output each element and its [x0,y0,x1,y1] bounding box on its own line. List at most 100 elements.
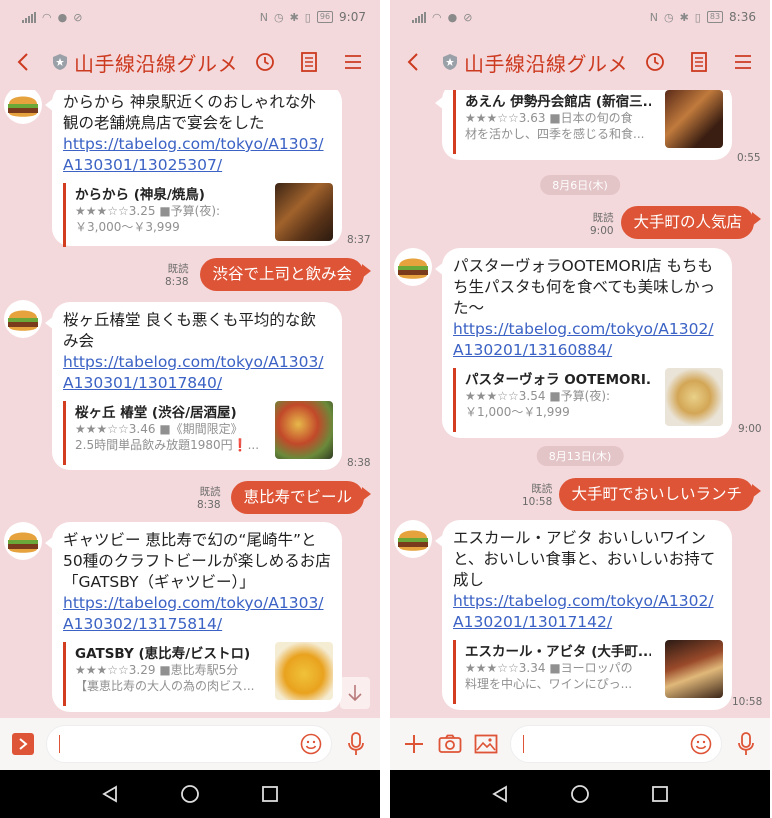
status-time: 9:07 [339,10,366,24]
notes-button[interactable] [298,51,320,73]
clock-icon [256,53,274,71]
history-button[interactable] [644,51,666,73]
nav-home-button[interactable] [178,782,202,806]
message-text: パスターヴォラOOTEMORI店 もちもち生パスタも何を食べても美味しかった〜 [453,257,716,317]
android-nav-bar [390,770,770,818]
card-thumbnail [665,640,723,698]
expand-button[interactable] [12,733,34,755]
card-line: ★★★☆☆3.25 ■予算(夜): [75,204,221,218]
card-title: からから (神泉/焼鳥) [75,187,205,203]
message-text: ギャツビー 恵比寿で幻の“尾崎牛”と50種のクラフトビールが楽しめるお店「GAT… [63,531,331,591]
nav-recents-button[interactable] [648,782,672,806]
signal-icon [412,11,426,23]
notes-icon [301,52,317,72]
card-thumbnail [275,401,333,459]
message-link[interactable]: https://tabelog.com/tokyo/A1302/A130201/… [453,591,721,633]
square-recents-icon [262,786,278,802]
message-input[interactable] [46,725,332,763]
chat-notification-icon: ● [57,10,68,24]
message-link[interactable]: https://tabelog.com/tokyo/A1302/A130201/… [453,319,721,361]
outgoing-message[interactable]: 渋谷で上司と飲み会 [200,258,371,291]
mic-icon [738,732,754,755]
outgoing-message[interactable]: 大手町の人気店 [621,206,761,239]
card-thumbnail [665,368,723,426]
card-line: ★★★☆☆3.46 ■《期間限定》 [75,422,243,436]
input-bar [0,718,380,770]
link-preview-card[interactable]: からから (神泉/焼鳥) ★★★☆☆3.25 ■予算(夜): ￥3,000～￥3… [63,183,333,247]
outgoing-message[interactable]: 恵比寿でビール [231,481,371,514]
message-link[interactable]: https://tabelog.com/tokyo/A1303/A130302/… [63,593,331,635]
link-preview-card[interactable]: GATSBY (恵比寿/ビストロ) ★★★☆☆3.29 ■恵比寿駅5分 【裏恵比… [63,642,333,706]
chat-notification-icon: ● [447,10,458,24]
message-bubble[interactable]: からから 神泉駅近くのおしゃれな外観の老舗焼鳥店で宴会をした https://t… [45,90,342,247]
image-button[interactable] [474,732,498,756]
card-line: ￥1,000～￥1,999 [465,405,570,419]
read-time: 8:38 [165,276,189,288]
arrow-down-icon [348,685,362,702]
message-bubble[interactable]: あえん 伊勢丹会館店 (新宿三... ★★★☆☆3.63 ■日本の旬の食 材を活… [435,90,732,160]
voice-button[interactable] [344,732,368,756]
chat-header: 山手線沿線グルメ [390,34,770,90]
shield-icon [443,54,457,70]
nfc-icon: N [649,10,658,24]
battery-indicator: 83 [706,11,724,23]
mic-icon [348,732,364,755]
card-line: 材を活かし、四季を感じる和食... [465,127,645,141]
back-button[interactable] [400,47,426,77]
card-line: 2.5時間単品飲み放題1980円❗... [75,438,260,452]
add-button[interactable] [402,732,426,756]
nav-back-button[interactable] [98,782,122,806]
message-time: 0:55 [737,152,761,164]
camera-icon [438,734,462,753]
read-receipt: 既読 9:00 [590,212,614,238]
triangle-back-icon [102,785,117,803]
camera-button[interactable] [438,732,462,756]
message-bubble[interactable]: ギャツビー 恵比寿で幻の“尾崎牛”と50種のクラフトビールが楽しめるお店「GAT… [45,522,342,712]
emoji-button[interactable] [299,732,323,756]
message-link[interactable]: https://tabelog.com/tokyo/A1303/A130301/… [63,134,331,176]
chat-area[interactable]: あえん 伊勢丹会館店 (新宿三... ★★★☆☆3.63 ■日本の旬の食 材を活… [390,90,770,718]
card-line: ★★★☆☆3.29 ■恵比寿駅5分 [75,663,239,677]
message-bubble[interactable]: エスカール・アビタ おいしいワインと、おいしい食事と、おいしいお持て成し htt… [435,520,732,710]
burger-avatar-icon [4,300,42,338]
link-preview-card[interactable]: 桜ヶ丘 椿堂 (渋谷/居酒屋) ★★★☆☆3.46 ■《期間限定》 2.5時間単… [63,401,333,465]
emoji-button[interactable] [689,732,713,756]
link-preview-card[interactable]: あえん 伊勢丹会館店 (新宿三... ★★★☆☆3.63 ■日本の旬の食 材を活… [453,90,723,154]
read-receipt: 既読 8:38 [165,263,189,289]
link-preview-card[interactable]: エスカール・アビタ (大手町... ★★★☆☆3.34 ■ヨーロッパの 料理を中… [453,640,723,704]
outgoing-message[interactable]: 大手町でおいしいランチ [559,478,761,511]
message-link[interactable]: https://tabelog.com/tokyo/A1303/A130301/… [63,352,331,394]
text-caret [523,735,524,753]
bluetooth-icon: ✱ [679,10,689,24]
history-button[interactable] [254,51,276,73]
back-button[interactable] [10,47,36,77]
nav-back-button[interactable] [488,782,512,806]
bluetooth-icon: ✱ [289,10,299,24]
image-icon [474,734,498,754]
read-time: 10:58 [522,496,553,508]
read-receipt: 既読 10:58 [522,483,552,509]
menu-button[interactable] [342,51,364,73]
link-preview-card[interactable]: パスターヴォラ OOTEMORI... ★★★☆☆3.54 ■予算(夜): ￥1… [453,368,723,432]
scroll-down-button[interactable] [340,677,370,709]
card-line: 【裏恵比寿の大人の為の肉ビス... [75,679,255,693]
message-text: エスカール・アビタ おいしいワインと、おいしい食事と、おいしいお持て成し [453,529,716,589]
card-line: ★★★☆☆3.54 ■予算(夜): [465,389,611,403]
nav-recents-button[interactable] [258,782,282,806]
card-line: ★★★☆☆3.63 ■日本の旬の食 [465,111,633,125]
message-input[interactable] [510,725,722,763]
read-label: 既読 [199,486,221,498]
menu-button[interactable] [732,51,754,73]
card-title: GATSBY (恵比寿/ビストロ) [75,646,251,662]
menu-icon [345,55,361,69]
voice-button[interactable] [734,732,758,756]
nav-home-button[interactable] [568,782,592,806]
chat-area[interactable]: からから 神泉駅近くのおしゃれな外観の老舗焼鳥店で宴会をした https://t… [0,90,380,718]
card-line: ￥3,000～￥3,999 [75,220,180,234]
notes-button[interactable] [688,51,710,73]
message-bubble[interactable]: 桜ヶ丘椿堂 良くも悪くも平均的な飲み会 https://tabelog.com/… [45,302,342,470]
burger-avatar-icon [4,522,42,560]
square-recents-icon [652,786,668,802]
message-bubble[interactable]: パスターヴォラOOTEMORI店 もちもち生パスタも何を食べても美味しかった〜 … [435,248,732,438]
check-notification-icon: ⊘ [463,10,473,24]
